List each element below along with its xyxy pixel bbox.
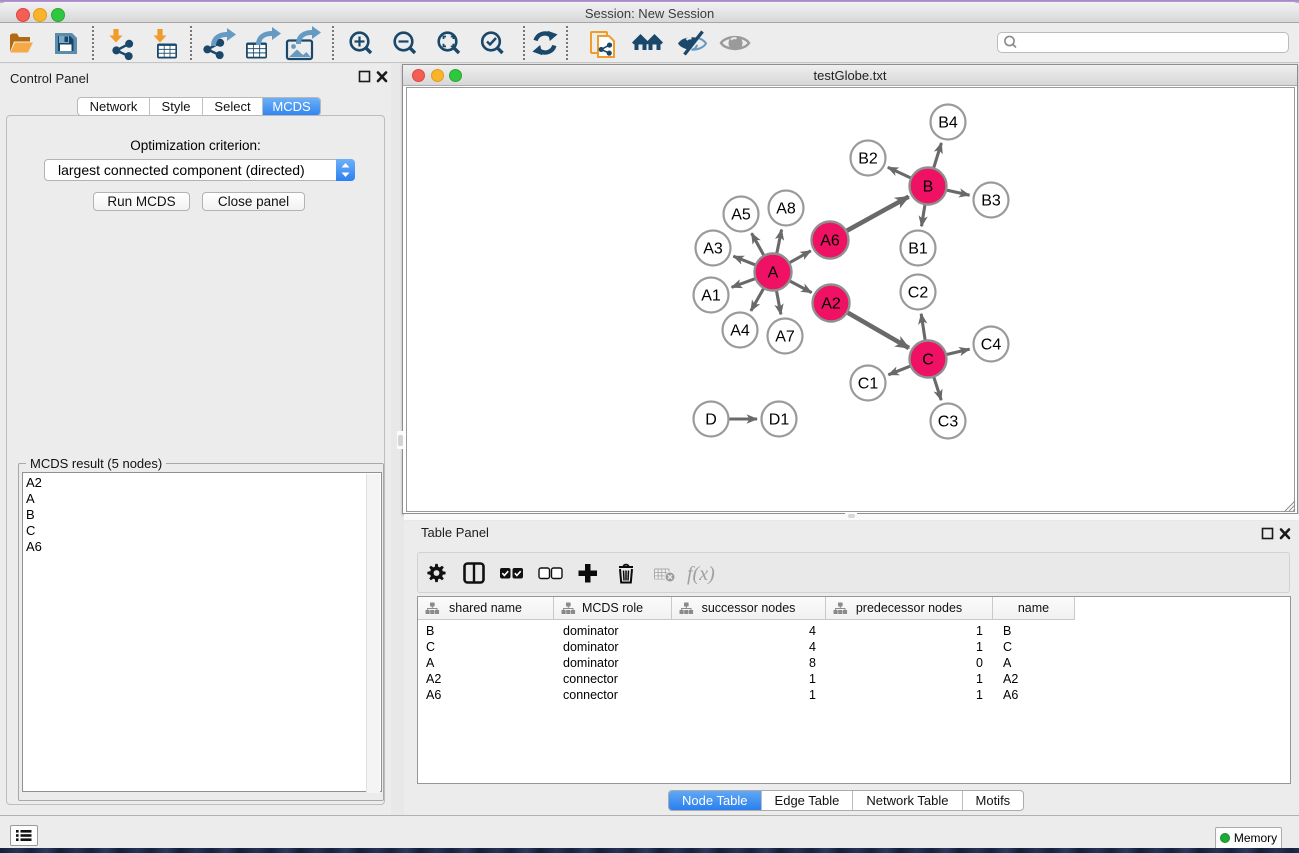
- svg-text:C: C: [922, 352, 934, 369]
- svg-text:B3: B3: [981, 193, 1001, 210]
- svg-text:B1: B1: [908, 241, 928, 258]
- svg-text:C3: C3: [938, 414, 959, 431]
- svg-text:A1: A1: [701, 288, 721, 305]
- svg-text:f(x): f(x): [687, 563, 715, 585]
- svg-text:B: B: [923, 179, 934, 196]
- svg-text:D1: D1: [769, 412, 790, 429]
- svg-text:C4: C4: [981, 337, 1002, 354]
- svg-text:A8: A8: [776, 201, 796, 218]
- svg-text:A4: A4: [730, 323, 750, 340]
- svg-text:A3: A3: [703, 241, 723, 258]
- svg-text:A: A: [768, 265, 779, 282]
- svg-text:A2: A2: [821, 296, 841, 313]
- svg-text:A6: A6: [820, 233, 840, 250]
- svg-text:C1: C1: [858, 376, 879, 393]
- svg-text:C2: C2: [908, 285, 929, 302]
- svg-text:A7: A7: [775, 329, 795, 346]
- svg-text:D: D: [705, 412, 717, 429]
- svg-text:B2: B2: [858, 151, 878, 168]
- svg-text:B4: B4: [938, 115, 958, 132]
- svg-text:A5: A5: [731, 207, 751, 224]
